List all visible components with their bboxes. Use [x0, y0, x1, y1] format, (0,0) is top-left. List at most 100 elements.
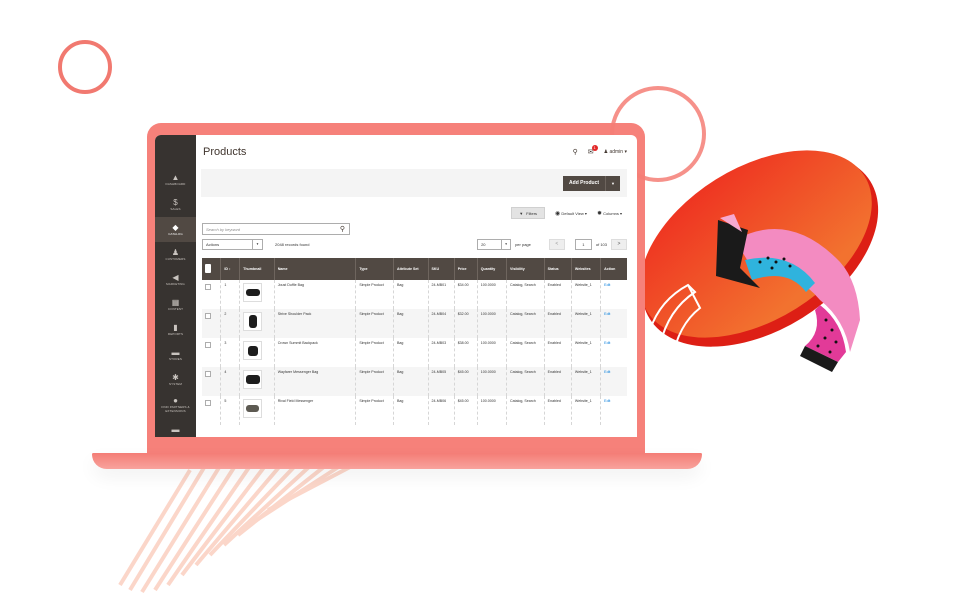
column-header[interactable]: Status	[543, 258, 572, 280]
default-view-dropdown[interactable]: ◉ Default View ▾	[555, 210, 587, 217]
mass-actions-select[interactable]: Actions ▼	[202, 238, 263, 250]
column-header[interactable]: Websites	[570, 258, 601, 280]
bag-image	[245, 289, 260, 296]
pagination: 20 ▼ per page < 1 of 103 >	[477, 238, 627, 250]
columns-dropdown[interactable]: ✹ Columns ▾	[597, 210, 622, 217]
total-pages: of 103	[595, 241, 607, 247]
eye-icon: ◉	[555, 210, 561, 217]
filters-button[interactable]: ▼ Filters	[511, 207, 546, 219]
cell-price: $45.00	[453, 367, 478, 396]
column-header[interactable]: Quantity	[476, 258, 507, 280]
cell-visibility: Catalog, Search	[506, 396, 545, 425]
sidebar-item-stores[interactable]: ▬ Stores	[155, 342, 196, 367]
cell-visibility: Catalog, Search	[506, 367, 545, 396]
column-header[interactable]: Attribute Set	[393, 258, 429, 280]
sidebar-icon: $	[173, 198, 178, 207]
table-row[interactable]: 4 Wayfarer Messenger Bag Simple Product Bag…	[202, 367, 627, 396]
cell-status: Enabled	[543, 280, 572, 309]
select-all-checkbox[interactable]	[205, 264, 211, 273]
cell-status: Enabled	[543, 367, 572, 396]
column-header[interactable]: ID ↕	[220, 258, 240, 280]
row-checkbox[interactable]	[205, 400, 211, 406]
add-product-dropdown-toggle[interactable]: ▼	[605, 175, 620, 191]
sidebar-item-find-partners-extensions[interactable]: ● Find Partners & Extensions	[155, 392, 196, 417]
search-submit-icon[interactable]: ⚲	[340, 225, 345, 233]
sidebar-item-label: Reports	[167, 332, 184, 336]
edit-link[interactable]: Edit	[600, 338, 627, 367]
product-thumbnail[interactable]	[243, 370, 263, 389]
column-header[interactable]: Action	[600, 258, 627, 280]
cell-id: 1	[220, 280, 240, 309]
row-select-cell	[202, 396, 221, 425]
column-header[interactable]: Price	[453, 258, 478, 280]
user-menu[interactable]: ♟ admin ▾	[604, 149, 627, 155]
table-row[interactable]: 1 Joust Duffle Bag Simple Product Bag 24-MB0…	[202, 280, 627, 309]
cell-websites: Website_1	[570, 338, 601, 367]
product-thumbnail[interactable]	[243, 312, 263, 331]
cell-qty: 100.0000	[476, 309, 507, 338]
laptop-screen: ▲ Dashboard $ Sales ◆ Catalog ♟ Customers ◀ Marke…	[155, 135, 637, 437]
cell-id: 3	[220, 338, 240, 367]
per-page-label: per page	[515, 241, 531, 247]
chevron-down-icon: ▼	[611, 180, 615, 186]
notifications-button[interactable]: ✉ 1	[588, 145, 598, 156]
thumbnail-cell	[239, 338, 275, 367]
sidebar-icon: ●	[173, 396, 178, 405]
cell-sku: 24-MB05	[427, 367, 455, 396]
product-thumbnail[interactable]	[243, 341, 263, 360]
column-header[interactable]: Name	[273, 258, 356, 280]
keyword-search-input[interactable]: Search by keyword ⚲	[202, 223, 350, 235]
next-page-button[interactable]: >	[611, 238, 627, 250]
sidebar-item-system[interactable]: ✱ System	[155, 367, 196, 392]
row-checkbox[interactable]	[205, 284, 211, 290]
stripe-pattern	[118, 464, 353, 594]
row-checkbox[interactable]	[205, 313, 211, 319]
edit-link[interactable]: Edit	[600, 367, 627, 396]
sidebar-item-customers[interactable]: ♟ Customers	[155, 242, 196, 267]
sidebar-item-sales[interactable]: $ Sales	[155, 192, 196, 217]
cell-name: Strive Shoulder Pack	[273, 309, 356, 338]
sidebar-item-reports[interactable]: ▮ Reports	[155, 317, 196, 342]
product-thumbnail[interactable]	[243, 283, 263, 302]
sidebar-item-catalog[interactable]: ◆ Catalog	[155, 217, 196, 242]
row-select-cell	[202, 309, 221, 338]
search-icon[interactable]: ⚲	[573, 148, 578, 156]
edit-link[interactable]: Edit	[600, 280, 627, 309]
edit-link[interactable]: Edit	[600, 309, 627, 338]
cell-sku: 24-MB06	[427, 396, 455, 425]
cell-qty: 100.0000	[476, 280, 507, 309]
product-thumbnail[interactable]	[243, 399, 263, 418]
column-header[interactable]: Thumbnail	[239, 258, 275, 280]
row-checkbox[interactable]	[205, 342, 211, 348]
user-label: admin ▾	[609, 149, 627, 155]
cell-websites: Website_1	[570, 280, 601, 309]
actions-label: Actions	[206, 241, 220, 247]
sidebar-icon: ▬	[171, 348, 180, 357]
grid-toolbar: ▼ Filters ◉ Default View ▾ ✹ Columns ▾	[202, 205, 627, 221]
cell-websites: Website_1	[570, 396, 601, 425]
cell-type: Simple Product	[355, 367, 394, 396]
per-page-select[interactable]: 20 ▼	[477, 238, 512, 250]
page-number-input[interactable]: 1	[574, 238, 592, 250]
cell-visibility: Catalog, Search	[506, 280, 545, 309]
sidebar-item-more[interactable]: ▬	[155, 417, 196, 437]
column-header[interactable]: Visibility	[506, 258, 545, 280]
select-all-header[interactable]	[202, 258, 221, 280]
sidebar-item-content[interactable]: ▦ Content	[155, 292, 196, 317]
add-product-button[interactable]: Add Product ▼	[563, 175, 620, 191]
table-row[interactable]: 3 Crown Summit Backpack Simple Product Bag 2…	[202, 338, 627, 367]
row-select-cell	[202, 338, 221, 367]
cell-sku: 24-MB03	[427, 338, 455, 367]
prev-page-button[interactable]: <	[548, 238, 565, 250]
bag-image	[247, 345, 258, 356]
table-row[interactable]: 5 Rival Field Messenger Simple Product Bag 2…	[202, 396, 627, 425]
sidebar-item-marketing[interactable]: ◀ Marketing	[155, 267, 196, 292]
column-header[interactable]: SKU	[427, 258, 455, 280]
sidebar-item-dashboard[interactable]: ▲ Dashboard	[155, 167, 196, 192]
table-row[interactable]: 2 Strive Shoulder Pack Simple Product Bag 24…	[202, 309, 627, 338]
column-header[interactable]: Type	[355, 258, 394, 280]
page-header: Products ⚲ ✉ 1 ♟ admin ▾	[202, 135, 627, 169]
edit-link[interactable]: Edit	[600, 396, 627, 425]
decorative-ring-small	[58, 40, 112, 94]
row-checkbox[interactable]	[205, 371, 211, 377]
